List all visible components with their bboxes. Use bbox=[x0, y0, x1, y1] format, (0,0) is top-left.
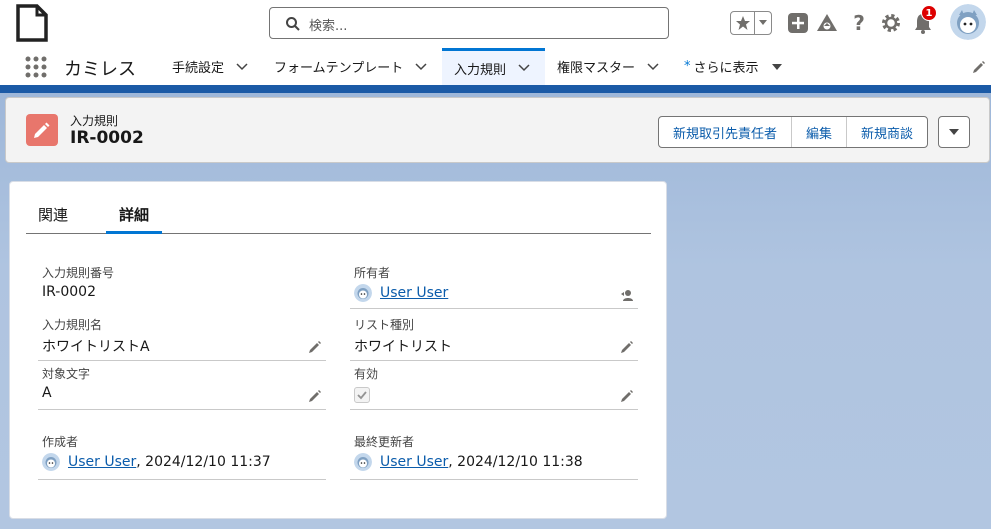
nav-item-label: フォームテンプレート bbox=[274, 61, 404, 76]
user-avatar[interactable] bbox=[950, 4, 986, 40]
modified-date: , 2024/12/10 11:38 bbox=[448, 454, 583, 470]
field-divider bbox=[38, 360, 326, 361]
edit-pencil-icon[interactable] bbox=[308, 340, 322, 354]
chevron-down-icon[interactable] bbox=[518, 64, 530, 72]
nav-item-permission-master[interactable]: 権限マスター bbox=[557, 48, 659, 85]
field-label: リスト種別 bbox=[354, 318, 415, 332]
field-active: 有効 bbox=[350, 365, 638, 410]
caret-down-icon[interactable] bbox=[771, 63, 783, 71]
global-header: 検索... ? 1 bbox=[0, 0, 991, 48]
notification-badge: 1 bbox=[921, 5, 937, 21]
owner-user-link[interactable]: User User bbox=[380, 285, 448, 301]
field-divider bbox=[350, 409, 638, 410]
chevron-down-icon[interactable] bbox=[647, 62, 659, 71]
field-rule-name: 入力規則名 ホワイトリストA bbox=[38, 316, 326, 361]
active-checkbox bbox=[354, 387, 370, 403]
edit-pencil-icon[interactable] bbox=[620, 340, 634, 354]
field-last-modified-by: 最終更新者 User User, 2024/12/10 11:38 bbox=[350, 433, 638, 480]
favorites-button[interactable] bbox=[730, 11, 772, 35]
tab-related[interactable]: 関連 bbox=[38, 204, 68, 234]
more-actions-button[interactable] bbox=[938, 116, 970, 148]
checkmark-icon bbox=[357, 391, 367, 400]
field-list-type: リスト種別 ホワイトリスト bbox=[350, 316, 638, 361]
field-divider bbox=[350, 479, 638, 480]
record-title: IR-0002 bbox=[70, 128, 144, 148]
field-divider bbox=[350, 360, 638, 361]
more-marker: * bbox=[684, 59, 691, 74]
nav-item-form-templates[interactable]: フォームテンプレート bbox=[274, 48, 427, 85]
nav-item-label: 権限マスター bbox=[557, 61, 636, 76]
help-icon[interactable]: ? bbox=[848, 12, 870, 34]
user-avatar-icon bbox=[354, 284, 372, 302]
edit-button[interactable]: 編集 bbox=[792, 117, 848, 147]
field-value: User User, 2024/12/10 11:37 bbox=[42, 453, 271, 471]
created-date: , 2024/12/10 11:37 bbox=[136, 454, 271, 470]
field-target-char: 対象文字 A bbox=[38, 365, 326, 410]
edit-pencil-icon[interactable] bbox=[308, 389, 322, 403]
field-value: A bbox=[42, 385, 52, 401]
app-name: カミレス bbox=[64, 59, 136, 80]
nav-item-input-rules[interactable]: 入力規則 bbox=[442, 48, 545, 85]
nav-item-label: 入力規則 bbox=[454, 62, 507, 78]
global-search-input[interactable]: 検索... bbox=[269, 7, 669, 39]
star-icon[interactable] bbox=[731, 12, 755, 34]
nav-item-label: さらに表示 bbox=[693, 61, 759, 76]
nav-item-procedure-settings[interactable]: 手続設定 bbox=[172, 48, 248, 85]
svg-text:?: ? bbox=[853, 12, 865, 34]
field-value: User User, 2024/12/10 11:38 bbox=[354, 453, 583, 471]
pencil-icon bbox=[34, 122, 50, 138]
app-launcher-icon[interactable] bbox=[24, 55, 48, 79]
user-avatar-icon bbox=[42, 453, 60, 471]
record-tabs: 関連 詳細 bbox=[26, 202, 651, 234]
chevron-down-icon[interactable] bbox=[415, 62, 427, 71]
field-label: 最終更新者 bbox=[354, 435, 415, 449]
nav-item-label: 手続設定 bbox=[172, 61, 225, 76]
field-label: 対象文字 bbox=[42, 367, 91, 381]
edit-pencil-icon[interactable] bbox=[620, 389, 634, 403]
caret-down-icon bbox=[949, 129, 959, 135]
chevron-down-icon[interactable] bbox=[755, 12, 771, 34]
trailhead-icon[interactable] bbox=[816, 12, 838, 34]
field-divider bbox=[38, 409, 326, 410]
field-value: ホワイトリスト bbox=[354, 339, 452, 355]
change-owner-icon[interactable] bbox=[620, 288, 634, 302]
app-nav-bar: カミレス 手続設定 フォームテンプレート 入力規則 権限マスター * さらに表示 bbox=[0, 48, 991, 85]
nav-accent-strip bbox=[0, 85, 991, 93]
record-detail-card: 関連 詳細 入力規則番号 IR-0002 入力規則名 ホワイトリストA 対象文字… bbox=[9, 181, 667, 519]
field-label: 入力規則名 bbox=[42, 318, 103, 332]
field-created-by: 作成者 User User, 2024/12/10 11:37 bbox=[38, 433, 326, 480]
field-divider bbox=[38, 479, 326, 480]
new-opportunity-button[interactable]: 新規商談 bbox=[847, 117, 927, 147]
modified-by-user-link[interactable]: User User bbox=[380, 454, 448, 470]
field-label: 所有者 bbox=[354, 266, 391, 280]
record-type-icon bbox=[26, 114, 58, 146]
search-placeholder: 検索... bbox=[309, 19, 348, 34]
global-add-icon[interactable] bbox=[787, 12, 809, 34]
tab-details[interactable]: 詳細 bbox=[106, 204, 162, 234]
created-by-user-link[interactable]: User User bbox=[68, 454, 136, 470]
new-contact-button[interactable]: 新規取引先責任者 bbox=[659, 117, 793, 147]
field-value: ホワイトリストA bbox=[42, 339, 150, 355]
field-value bbox=[354, 387, 370, 403]
field-owner: 所有者 User User bbox=[350, 264, 638, 309]
user-avatar-icon bbox=[354, 453, 372, 471]
field-value: IR-0002 bbox=[42, 284, 96, 300]
record-header: 入力規則 IR-0002 新規取引先責任者 編集 新規商談 bbox=[5, 97, 990, 163]
field-label: 有効 bbox=[354, 367, 379, 381]
app-logo-icon[interactable] bbox=[15, 4, 49, 42]
field-value: User User bbox=[354, 284, 448, 302]
chevron-down-icon[interactable] bbox=[236, 62, 248, 71]
record-action-buttons: 新規取引先責任者 編集 新規商談 bbox=[658, 116, 929, 148]
field-label: 入力規則番号 bbox=[42, 266, 115, 280]
field-divider bbox=[350, 308, 638, 309]
field-label: 作成者 bbox=[42, 435, 79, 449]
gear-icon[interactable] bbox=[880, 12, 902, 34]
search-icon bbox=[286, 17, 300, 31]
record-type-label: 入力規則 bbox=[70, 114, 119, 128]
nav-item-more[interactable]: * さらに表示 bbox=[684, 48, 783, 85]
edit-nav-icon[interactable] bbox=[972, 60, 986, 74]
